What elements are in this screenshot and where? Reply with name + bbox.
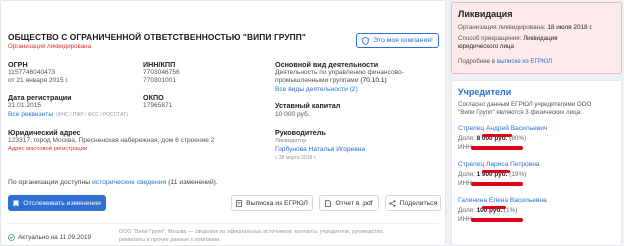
company-title: ОБЩЕСТВО С ОГРАНИЧЕННОЙ ОТВЕТСТВЕННОСТЬЮ… <box>8 32 306 42</box>
pdf-icon <box>325 199 332 207</box>
reg-date-label: Дата регистрации <box>8 93 72 102</box>
status-label: Организация ликвидирована <box>8 43 92 50</box>
my-company-button[interactable]: Это моя компания! <box>356 33 439 48</box>
liquidation-method-row: Способ прекращения: Ликвидация <box>458 35 557 42</box>
founder-name-link[interactable]: Галинина Елена Васильевна <box>458 197 547 204</box>
share-label: Доля: <box>458 207 475 214</box>
share-label: Доля: <box>458 171 475 178</box>
liquidation-card: Ликвидация Организация ликвидирована: 18… <box>451 2 622 74</box>
all-activities-link[interactable]: Все виды деятельности (2) <box>275 86 358 93</box>
footer-text-line1: ООО "Випи Групп", Москва — сведения из о… <box>119 229 385 235</box>
redaction-scribble <box>482 134 512 137</box>
company-card: ОБЩЕСТВО С ОГРАНИЧЕННОЙ ОТВЕТСТВЕННОСТЬЮ… <box>0 0 446 246</box>
liquidation-title: Ликвидация <box>458 9 513 19</box>
liquidation-date-value: 18 июля 2018 г. <box>547 24 593 31</box>
liquidation-method-value: Ликвидация <box>523 35 558 42</box>
liquidation-egrul-link[interactable]: выписке из ЕГРЮЛ <box>497 58 552 65</box>
capital-label: Уставный капитал <box>275 101 341 110</box>
activity-value-text: промышленными группами <box>275 77 359 84</box>
requisites-link[interactable]: Все реквизиты <box>8 111 53 118</box>
bookmark-icon <box>13 200 19 207</box>
redaction-scribble <box>471 182 523 186</box>
ogrn-label: ОГРН <box>8 60 28 69</box>
founders-card: Учредители Согласно данным ЕГРЮЛ учредит… <box>451 80 622 246</box>
liquidation-method-label: Способ прекращения: <box>458 35 522 42</box>
share-icon <box>389 199 396 207</box>
address-label: Юридический адрес <box>8 128 81 137</box>
kpp-value: 770301001 <box>143 77 177 84</box>
share-button[interactable]: Поделиться <box>385 195 441 211</box>
actual-date-row: Актуально на 11.09.2019 <box>8 234 91 241</box>
pdf-report-button[interactable]: Отчет в .pdf <box>319 195 379 211</box>
liquidation-method-value-line2: юридического лица <box>458 43 514 50</box>
pdf-report-label: Отчет в .pdf <box>335 199 373 207</box>
history-prefix: По организации доступны <box>8 179 91 186</box>
shield-icon <box>362 36 369 45</box>
activity-value-line2: промышленными группами (70.10.1) <box>275 77 387 84</box>
head-name-link[interactable]: Горбунова Наталья Игоревна <box>275 146 365 153</box>
okpo-value: 17965871 <box>143 102 173 109</box>
activity-value-line1: Деятельность по управлению финансово- <box>275 69 404 76</box>
activity-code: (70.10.1) <box>360 77 387 84</box>
footer-divider <box>7 223 439 224</box>
share-label: Доля: <box>458 135 475 142</box>
redaction-scribble <box>482 206 506 209</box>
track-changes-label: Отслеживать изменения <box>23 199 101 207</box>
inn-kpp-label: ИНН/КПП <box>143 60 176 69</box>
history-suffix: (11 изменений). <box>168 179 218 186</box>
check-circle-icon <box>8 234 15 241</box>
redaction-scribble <box>471 146 523 150</box>
history-link[interactable]: исторические сведения <box>92 179 166 186</box>
history-row: По организации доступны исторические све… <box>8 179 218 186</box>
founders-title[interactable]: Учредители <box>458 87 511 97</box>
ogrn-date: от 21 января 2015 г. <box>8 77 69 84</box>
requisites-row: Все реквизиты (ФНС / ПФР / ФСС / РОССТАТ… <box>8 111 128 118</box>
founder-name-link[interactable]: Стрелец Лариса Петровна <box>458 161 540 168</box>
mass-registration-note: Адрес массовой регистрации <box>8 146 88 152</box>
liquidation-date-prefix: Организация ликвидирована: <box>458 24 546 31</box>
founder-name-link[interactable]: Стрелец Андрей Васильевич <box>458 125 547 132</box>
founders-intro-line2: "Випи Групп" являются 3 физических лица: <box>458 109 582 116</box>
liquidation-more-prefix: Подробнее в <box>458 58 496 65</box>
document-icon <box>236 199 243 207</box>
share-percent: (1%) <box>503 207 518 214</box>
activity-label: Основной вид деятельности <box>275 60 379 69</box>
founders-intro-line1: Согласно данным ЕГРЮЛ учредителями ООО <box>458 101 592 108</box>
egrul-extract-button[interactable]: Выписка из ЕГРЮЛ <box>231 195 313 211</box>
track-changes-button[interactable]: Отслеживать изменения <box>8 195 106 211</box>
address-value: 123317, город Москва, Пресненская набере… <box>8 137 215 144</box>
liquidation-date-row: Организация ликвидирована: 18 июля 2018 … <box>458 24 593 31</box>
liquidation-more-row: Подробнее в выписке из ЕГРЮЛ <box>458 58 552 65</box>
redaction-scribble <box>482 170 510 173</box>
redaction-scribble <box>471 218 523 222</box>
requisites-note: (ФНС / ПФР / ФСС / РОССТАТ) <box>56 111 128 118</box>
share-label: Поделиться <box>399 199 438 207</box>
capital-value: 10 000 руб. <box>275 111 310 118</box>
actual-date: Актуально на 11.09.2019 <box>18 234 92 241</box>
okpo-label: ОКПО <box>143 93 164 102</box>
inn-value: 7703046756 <box>143 69 180 76</box>
head-label: Руководитель <box>275 128 326 137</box>
ogrn-value: 1157746040473 <box>8 69 56 76</box>
head-date: с 28 марта 2018 г. <box>275 155 317 161</box>
share-percent: (19%) <box>509 171 527 178</box>
egrul-extract-label: Выписка из ЕГРЮЛ <box>246 199 308 207</box>
head-role: Ликвидатор <box>275 138 307 144</box>
reg-date-value: 21.01.2015 <box>8 102 42 109</box>
footer-text-line2: реквизиты и прочие данные о компании. <box>119 237 221 243</box>
my-company-label: Это моя компания! <box>373 37 433 44</box>
